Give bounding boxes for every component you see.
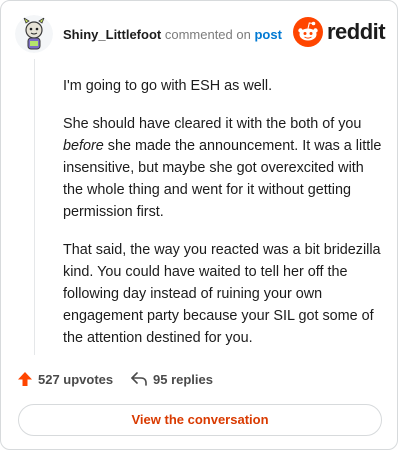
comment-paragraph: That said, the way you reacted was a bit… bbox=[63, 242, 381, 346]
reply-arrow-icon bbox=[131, 372, 147, 386]
comment-body: I'm going to go with ESH as well. She sh… bbox=[63, 75, 383, 365]
comment-paragraph: I'm going to go with ESH as well. bbox=[63, 78, 273, 94]
reply-count: 95 replies bbox=[153, 371, 213, 387]
paragraph-text: She should have cleared it with the both… bbox=[63, 116, 362, 132]
snoo-avatar-icon bbox=[15, 15, 53, 53]
reply-stat[interactable]: 95 replies bbox=[130, 371, 213, 387]
reddit-wordmark: reddit bbox=[327, 19, 386, 44]
reddit-logo-icon bbox=[293, 17, 323, 47]
reddit-brand[interactable]: reddit bbox=[293, 17, 386, 49]
view-conversation-button[interactable]: View the conversation bbox=[18, 404, 382, 436]
comment-header: Shiny_Littlefoot commented on post reddi… bbox=[15, 15, 386, 55]
emphasis-text: before bbox=[63, 138, 104, 154]
post-link[interactable]: post bbox=[254, 27, 281, 42]
comment-embed-card: Shiny_Littlefoot commented on post reddi… bbox=[0, 0, 398, 450]
upvote-count: 527 upvotes bbox=[38, 371, 114, 387]
paragraph-text: she made the announcement. It was a litt… bbox=[63, 138, 382, 220]
thread-line bbox=[34, 59, 35, 355]
upvote-stat[interactable]: 527 upvotes bbox=[17, 371, 113, 387]
username-link[interactable]: Shiny_Littlefoot bbox=[63, 27, 161, 42]
user-avatar[interactable] bbox=[15, 15, 53, 53]
comment-paragraph: She should have cleared it with the both… bbox=[63, 113, 383, 223]
comment-byline: Shiny_Littlefoot commented on post bbox=[63, 27, 282, 42]
comment-footer: 527 upvotes 95 replies bbox=[17, 369, 381, 393]
upvote-arrow-icon bbox=[18, 372, 32, 386]
action-text: commented on bbox=[164, 27, 251, 42]
